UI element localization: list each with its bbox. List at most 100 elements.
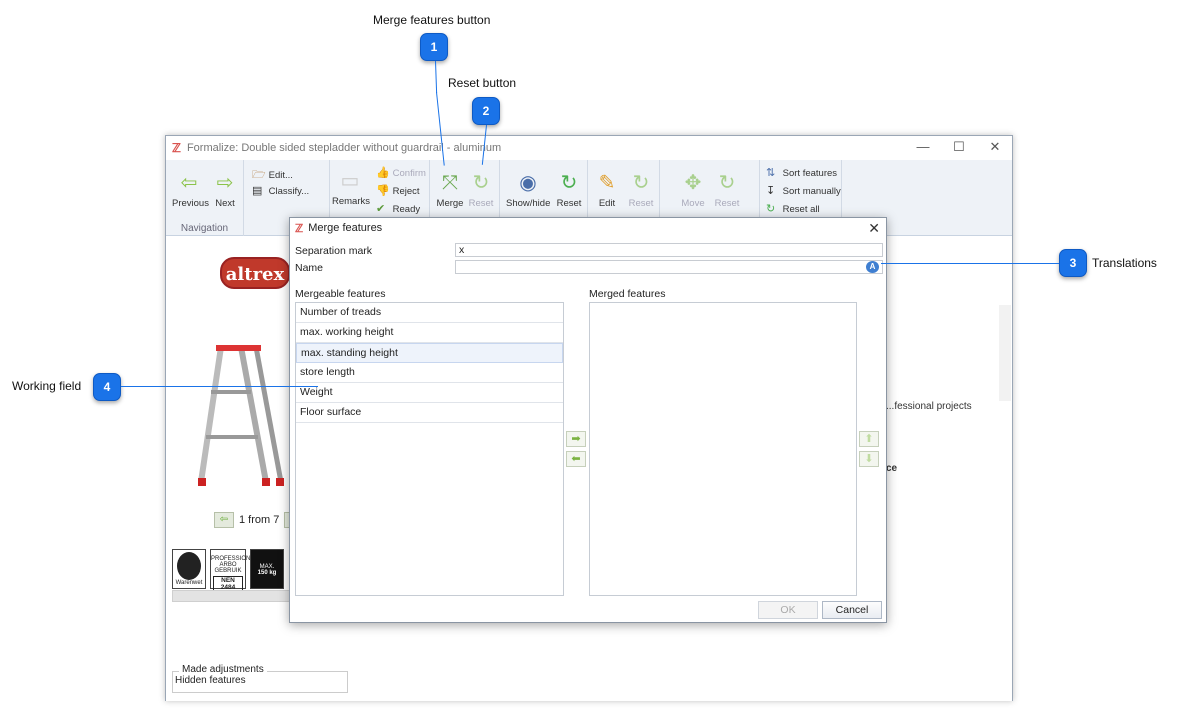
previous-label: Previous (172, 198, 209, 209)
window-controls: — ☐ ✕ (912, 139, 1006, 155)
move-down-button[interactable]: ⬇ (859, 451, 879, 467)
edit-button[interactable]: ✎ Edit (592, 172, 622, 209)
edit-reset-button[interactable]: ↻ Reset (626, 172, 656, 209)
merged-features-list[interactable] (589, 302, 857, 596)
showhide-reset-label: Reset (556, 198, 582, 209)
callout-3-line (881, 263, 1059, 264)
merge-button[interactable]: ⤧ Merge (434, 172, 466, 209)
speech-bubble-icon: ▭ (340, 170, 360, 192)
showhide-reset-button[interactable]: ↻ Reset (554, 172, 584, 209)
made-adjustments-value: Hidden features (175, 675, 246, 686)
made-adjustments-box: Made adjustments Hidden features (172, 664, 348, 693)
move-button[interactable]: ✥ Move (678, 172, 708, 209)
arrow-right-icon: ⇨ (216, 172, 234, 194)
edit-label: Edit (598, 198, 616, 209)
navigation-group: ⇦ Previous ⇨ Next Navigation (166, 160, 244, 236)
list-item[interactable]: max. working height (296, 323, 563, 343)
sort-icon: ⇅ (766, 167, 776, 179)
callout-1-line (435, 60, 438, 93)
callout-1-badge: 1 (420, 33, 448, 61)
warenwet-text: Warenwet (175, 580, 203, 586)
callout-4-label: Working field (12, 379, 82, 393)
separation-mark-field[interactable]: x (455, 243, 883, 257)
ready-button[interactable]: ✔ Ready (376, 202, 420, 215)
arrow-right-icon: ➡ (571, 433, 581, 445)
pager-text: 1 from 7 (239, 514, 280, 526)
sort-manually-button[interactable]: ↧ Sort manually (766, 184, 841, 197)
next-label: Next (215, 198, 235, 209)
brand-logo: altrex (220, 257, 290, 289)
close-icon[interactable]: ✕ (868, 220, 880, 237)
callout-4-badge: 4 (93, 373, 121, 401)
move-label: Move (681, 198, 705, 209)
add-to-merged-button[interactable]: ➡ (566, 431, 586, 447)
translations-icon[interactable]: A (866, 261, 879, 273)
background-text-1: ...fessional projects (886, 401, 972, 412)
separation-mark-label: Separation mark (295, 245, 373, 257)
ok-button[interactable]: OK (758, 601, 818, 619)
reject-button[interactable]: 👎 Reject (376, 184, 420, 197)
name-label: Name (295, 262, 324, 274)
max-load-badge: MAX. 150 kg (250, 549, 284, 589)
list-item[interactable]: store length (296, 363, 563, 383)
classify-button[interactable]: ▤ Classify... (252, 184, 309, 197)
ladder-image (198, 345, 284, 486)
ready-label: Ready (392, 204, 421, 215)
next-button[interactable]: ⇨ Next (210, 172, 240, 209)
cancel-button[interactable]: Cancel (822, 601, 882, 619)
arrow-left-icon: ⬅ (571, 453, 581, 465)
sort-az-icon: ↧ (766, 185, 776, 197)
remarks-button[interactable]: ▭ Remarks (332, 170, 370, 207)
reset-icon: ↻ (472, 172, 490, 194)
previous-button[interactable]: ⇦ Previous (172, 172, 209, 209)
mergeable-features-list[interactable]: Number of treads max. working height max… (295, 302, 564, 596)
edit-menu-button[interactable]: 🗁 Edit... (252, 166, 293, 185)
reset-icon: ↻ (718, 172, 736, 194)
app-logo-icon: ℤ (172, 141, 181, 155)
minimize-button[interactable]: — (912, 139, 934, 155)
arrow-down-icon: ⬇ (864, 453, 874, 465)
prev-image-button[interactable]: ⇦ (214, 512, 234, 528)
eye-icon: ◉ (519, 172, 537, 194)
classify-label: Classify... (268, 186, 310, 197)
callout-4-line (121, 386, 318, 387)
made-adjustments-legend: Made adjustments (179, 664, 267, 675)
name-field[interactable]: A (455, 260, 883, 274)
list-item[interactable]: Weight (296, 383, 563, 403)
edit-icon: 🗁 (252, 169, 266, 181)
edit-menu-label: Edit... (268, 170, 293, 181)
callout-3-label: Translations (1092, 256, 1157, 270)
mergeable-features-label: Mergeable features (295, 288, 386, 300)
maximize-button[interactable]: ☐ (948, 139, 970, 155)
merge-label: Merge (436, 198, 464, 209)
callout-2-label: Reset button (448, 76, 517, 90)
reset-all-label: Reset all (782, 204, 820, 215)
nen-badge: PROFESSIONEEL ARBO GEBRUIK NEN 2484 (210, 549, 262, 592)
sort-features-button[interactable]: ⇅ Sort features (766, 166, 837, 179)
list-item[interactable]: Number of treads (296, 303, 563, 323)
warenwet-badge: Warenwet (172, 549, 206, 589)
thumbs-up-icon: 👍 (376, 167, 390, 179)
merge-reset-button[interactable]: ↻ Reset (466, 172, 496, 209)
move-up-button[interactable]: ⬆ (859, 431, 879, 447)
sort-manually-label: Sort manually (782, 186, 841, 197)
confirm-label: Confirm (392, 168, 426, 179)
showhide-label: Show/hide (506, 198, 551, 209)
reset-icon: ↻ (632, 172, 650, 194)
reset-icon: ↻ (560, 172, 578, 194)
list-item[interactable]: Floor surface (296, 403, 563, 423)
merge-reset-label: Reset (468, 198, 494, 209)
remove-from-merged-button[interactable]: ⬅ (566, 451, 586, 467)
close-window-button[interactable]: ✕ (984, 139, 1006, 155)
app-logo-icon: ℤ (295, 222, 304, 235)
showhide-button[interactable]: ◉ Show/hide (506, 172, 550, 209)
sort-features-label: Sort features (782, 168, 838, 179)
reset-all-button[interactable]: ↻ Reset all (766, 202, 820, 215)
vertical-scrollbar[interactable] (999, 305, 1011, 401)
window-title: Formalize: Double sided stepladder witho… (186, 142, 502, 154)
merge-arrows-icon: ⤧ (442, 172, 458, 194)
confirm-button[interactable]: 👍 Confirm (376, 166, 426, 179)
list-item[interactable]: max. standing height (296, 343, 563, 363)
move-reset-button[interactable]: ↻ Reset (712, 172, 742, 209)
horizontal-scrollbar[interactable] (172, 590, 290, 602)
